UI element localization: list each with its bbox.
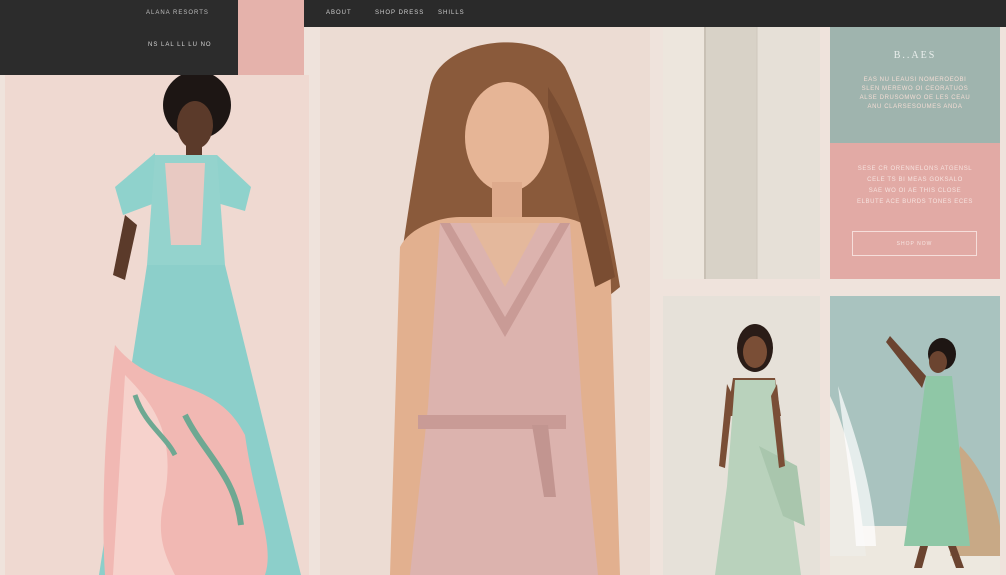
promo-panel: SESE CR ORENNELONS ATGENSL CELE TS BI ME… xyxy=(830,143,1000,279)
product-photo-floral-maxi[interactable] xyxy=(5,75,309,575)
promo-text-line: CELE TS BI MEAS GOKSALO xyxy=(867,177,963,183)
collection-text-line: EAS NU LEAUSI NOMEROEOBI xyxy=(863,77,967,83)
product-photo-sage-slip[interactable] xyxy=(663,296,820,575)
collection-text-line: ANU CLARSESOUMES ANDA xyxy=(867,104,963,110)
nav-link-shills[interactable]: SHILLS xyxy=(438,10,465,16)
collection-heading: B..AES xyxy=(893,50,937,61)
fabric-texture-illustration xyxy=(663,27,820,279)
nav-link-shop-dress[interactable]: SHOP DRESS xyxy=(375,10,424,16)
promo-text-line: ELBUTE ACE BURDS TONES ECES xyxy=(856,199,973,205)
fabric-texture-image[interactable] xyxy=(663,27,820,279)
shop-now-button[interactable]: SHOP NOW xyxy=(852,231,977,256)
floral-dress-illustration xyxy=(5,75,309,575)
product-photo-blush-wrap[interactable] xyxy=(320,27,650,575)
brand-tagline: NS LAL LL LU NO xyxy=(148,42,212,48)
product-photo-mint-dress[interactable] xyxy=(830,296,1000,575)
collection-info-panel: B..AES EAS NU LEAUSI NOMEROEOBI SLEN MER… xyxy=(830,27,1000,143)
brand-logo-text[interactable]: ALANA RESORTS xyxy=(146,10,209,16)
sage-dress-illustration xyxy=(663,296,820,575)
promo-text-line: SESE CR ORENNELONS ATGENSL xyxy=(857,166,973,172)
blush-dress-illustration xyxy=(320,27,650,575)
top-navigation: ABOUT SHOP DRESS SHILLS xyxy=(304,0,1006,27)
collection-text-line: ALSE DRUSOMWO OE LES CEAU xyxy=(859,95,971,101)
mint-dress-illustration xyxy=(830,296,1000,575)
accent-color-block xyxy=(238,0,304,75)
collection-text-line: SLEN MEREWO OI CEORATUOS xyxy=(861,86,969,92)
brand-header: ALANA RESORTS NS LAL LL LU NO xyxy=(0,0,238,75)
nav-link-about[interactable]: ABOUT xyxy=(326,10,352,16)
promo-text-line: SAE WO OI AE THIS CLOSE xyxy=(868,188,962,194)
